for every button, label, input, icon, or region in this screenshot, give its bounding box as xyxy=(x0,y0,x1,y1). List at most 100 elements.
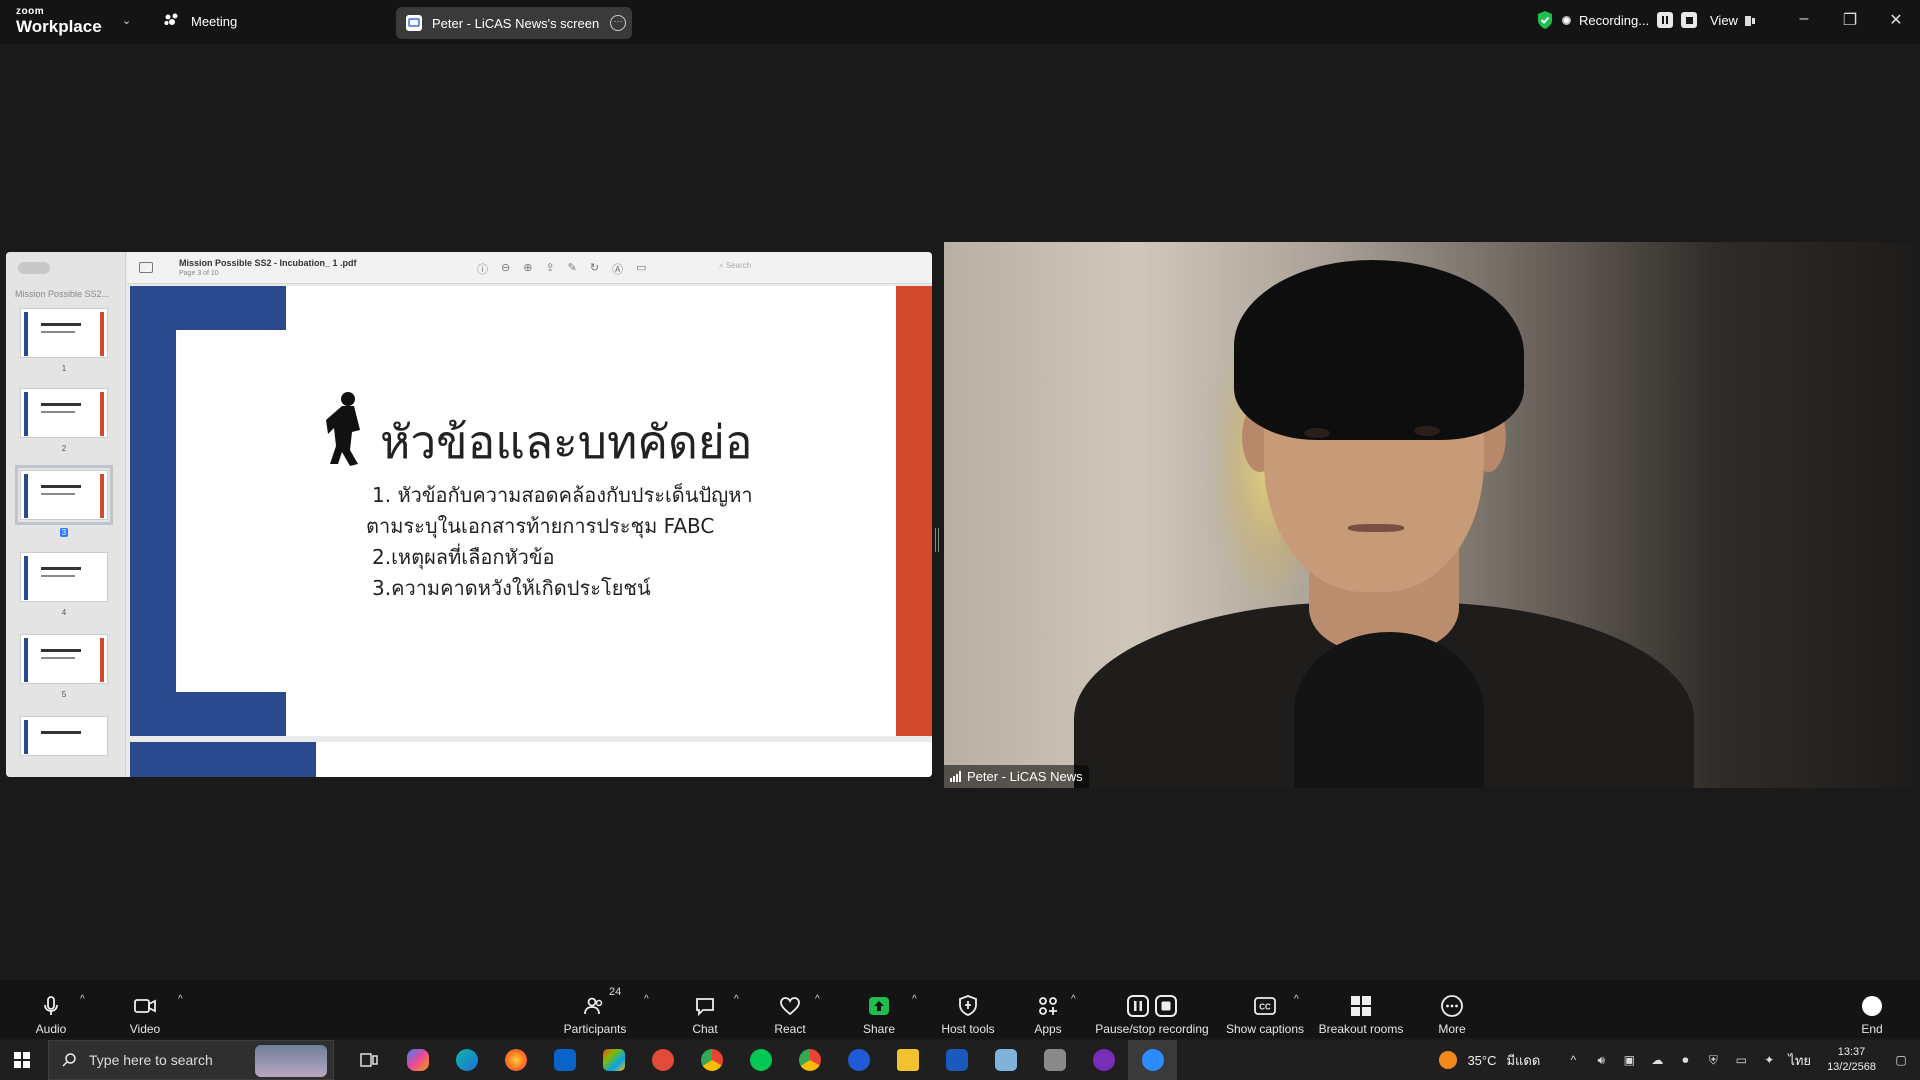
restore-icon[interactable]: ❐ xyxy=(1840,10,1860,30)
end-meeting-button[interactable]: End xyxy=(1860,980,1884,1038)
word-icon[interactable] xyxy=(932,1040,981,1080)
react-button[interactable]: React xyxy=(772,980,808,1038)
weather-temperature[interactable]: 35°C xyxy=(1467,1053,1496,1068)
recorder-app-icon[interactable] xyxy=(638,1040,687,1080)
share-export-icon[interactable]: ⇪ xyxy=(545,261,554,277)
calculator-icon[interactable] xyxy=(1030,1040,1079,1080)
participants-label: Participants xyxy=(563,1022,627,1036)
apps-options-chevron-icon[interactable]: ^ xyxy=(1071,994,1076,1005)
audio-options-chevron-icon[interactable]: ^ xyxy=(80,994,85,1005)
share-tab-label: Peter - LiCAS News's screen xyxy=(432,15,600,31)
person-eye xyxy=(1414,426,1440,436)
share-options-chevron-icon[interactable]: ^ xyxy=(912,994,917,1005)
chrome-profile-icon[interactable] xyxy=(785,1040,834,1080)
copilot-icon[interactable] xyxy=(393,1040,442,1080)
view-layout-icon xyxy=(1744,15,1755,26)
pause-stop-recording-button[interactable]: Pause/stop recording xyxy=(1094,980,1210,1038)
participants-options-chevron-icon[interactable]: ^ xyxy=(644,994,649,1005)
page-thumbnail-5[interactable] xyxy=(20,634,108,684)
security-shield-icon[interactable] xyxy=(1536,10,1554,30)
more-options-icon[interactable]: ··· xyxy=(610,15,626,31)
info-icon[interactable]: ⓘ xyxy=(477,261,488,277)
video-button[interactable]: Video xyxy=(125,980,165,1038)
notifications-icon[interactable]: ▢ xyxy=(1892,1053,1910,1067)
security-tray-icon[interactable]: ⛨ xyxy=(1704,1053,1722,1068)
heart-icon xyxy=(780,997,800,1016)
rotate-icon[interactable]: ↻ xyxy=(590,261,599,277)
page-thumbnail-6[interactable] xyxy=(20,716,108,756)
meeting-menu-button[interactable]: Meeting xyxy=(163,12,237,30)
participant-video[interactable]: Peter - LiCAS News xyxy=(944,242,1914,788)
breakout-rooms-button[interactable]: Breakout rooms xyxy=(1318,980,1404,1038)
markup-pen-icon[interactable]: ✎ xyxy=(568,261,577,277)
stop-recording-button[interactable] xyxy=(1681,12,1698,28)
audio-button[interactable]: Audio xyxy=(30,980,72,1038)
participants-button[interactable]: 24 Participants xyxy=(560,980,630,1038)
show-hidden-icons-chevron-icon[interactable]: ^ xyxy=(1564,1053,1582,1067)
search-icon xyxy=(62,1053,76,1067)
zoom-in-icon[interactable]: ⊕ xyxy=(523,261,532,277)
connection-signal-icon xyxy=(950,771,961,782)
chat-button[interactable]: Chat xyxy=(690,980,720,1038)
page-thumbnail-2[interactable] xyxy=(20,388,108,438)
chat-options-chevron-icon[interactable]: ^ xyxy=(734,994,739,1005)
apps-button[interactable]: Apps xyxy=(1033,980,1063,1038)
video-options-chevron-icon[interactable]: ^ xyxy=(178,994,183,1005)
chevron-down-icon[interactable]: ⌄ xyxy=(122,14,131,27)
chrome-icon[interactable] xyxy=(687,1040,736,1080)
volume-icon[interactable]: 🔊︎ xyxy=(1592,1053,1610,1068)
participants-icon xyxy=(584,997,603,1015)
sidebar-icon[interactable] xyxy=(139,262,153,273)
sidebar-doc-title: Mission Possible SS2... xyxy=(15,289,110,299)
view-button[interactable]: View xyxy=(1710,13,1756,28)
input-language[interactable]: ไทย xyxy=(1788,1050,1811,1071)
annotate-icon[interactable]: Ⓐ xyxy=(612,261,623,277)
task-view-icon[interactable] xyxy=(344,1040,393,1080)
pdf-search-field[interactable]: ⌕ Search xyxy=(719,261,751,271)
page-thumbnail-1[interactable] xyxy=(20,308,108,358)
sidebar-toggle[interactable] xyxy=(18,262,50,274)
host-tools-button[interactable]: Host tools xyxy=(940,980,996,1038)
minimize-icon[interactable]: – xyxy=(1794,10,1814,28)
firefox-icon[interactable] xyxy=(491,1040,540,1080)
defender-shield-icon[interactable]: ✦ xyxy=(1760,1053,1778,1067)
pause-icon xyxy=(1127,995,1149,1017)
microphone-tray-icon[interactable]: ⏺︎ xyxy=(1676,1053,1694,1068)
file-explorer-icon[interactable] xyxy=(883,1040,932,1080)
captions-options-chevron-icon[interactable]: ^ xyxy=(1294,994,1299,1005)
more-button[interactable]: More xyxy=(1436,980,1468,1038)
network-icon[interactable]: ▭ xyxy=(1732,1053,1750,1067)
onedrive-cloud-icon[interactable]: ☁︎ xyxy=(1648,1053,1666,1067)
windows-start-icon[interactable] xyxy=(14,1052,30,1068)
apps-label: Apps xyxy=(1034,1022,1062,1036)
audio-label: Audio xyxy=(35,1022,67,1036)
line-app-icon[interactable] xyxy=(736,1040,785,1080)
form-icon[interactable]: ▭ xyxy=(636,261,646,277)
zoom-out-icon[interactable]: ⊖ xyxy=(501,261,510,277)
zoom-app-icon[interactable] xyxy=(1128,1040,1177,1080)
close-icon[interactable]: ✕ xyxy=(1886,10,1906,30)
participant-name-tag: Peter - LiCAS News xyxy=(944,765,1089,788)
person-eye xyxy=(1304,428,1330,438)
taskbar-clock[interactable]: 13:37 13/2/2568 xyxy=(1827,1045,1876,1075)
microsoft-365-icon[interactable] xyxy=(589,1040,638,1080)
page-thumbnail-4[interactable] xyxy=(20,552,108,602)
purple-app-icon[interactable] xyxy=(1079,1040,1128,1080)
pause-recording-button[interactable] xyxy=(1657,12,1674,28)
notepad-icon[interactable] xyxy=(981,1040,1030,1080)
panel-resize-handle[interactable] xyxy=(935,528,939,552)
show-captions-button[interactable]: CC Show captions xyxy=(1224,980,1306,1038)
share-screen-button[interactable]: Share xyxy=(860,980,898,1038)
edge-browser-icon[interactable] xyxy=(442,1040,491,1080)
page-thumbnail-3[interactable] xyxy=(15,465,113,525)
display-icon[interactable]: ▣ xyxy=(1620,1053,1638,1067)
outlook-icon[interactable] xyxy=(540,1040,589,1080)
webex-icon[interactable] xyxy=(834,1040,883,1080)
react-options-chevron-icon[interactable]: ^ xyxy=(815,994,820,1005)
screen-share-tab[interactable]: Peter - LiCAS News's screen ··· xyxy=(396,7,632,39)
taskbar-search-box[interactable]: Type here to search xyxy=(48,1040,334,1080)
clock-time: 13:37 xyxy=(1837,1046,1866,1058)
clock-date: 13/2/2568 xyxy=(1827,1061,1876,1073)
shared-screen[interactable]: Mission Possible SS2... 1 2 3 4 5 Missio… xyxy=(6,252,932,777)
weather-sun-icon[interactable] xyxy=(1439,1051,1458,1069)
